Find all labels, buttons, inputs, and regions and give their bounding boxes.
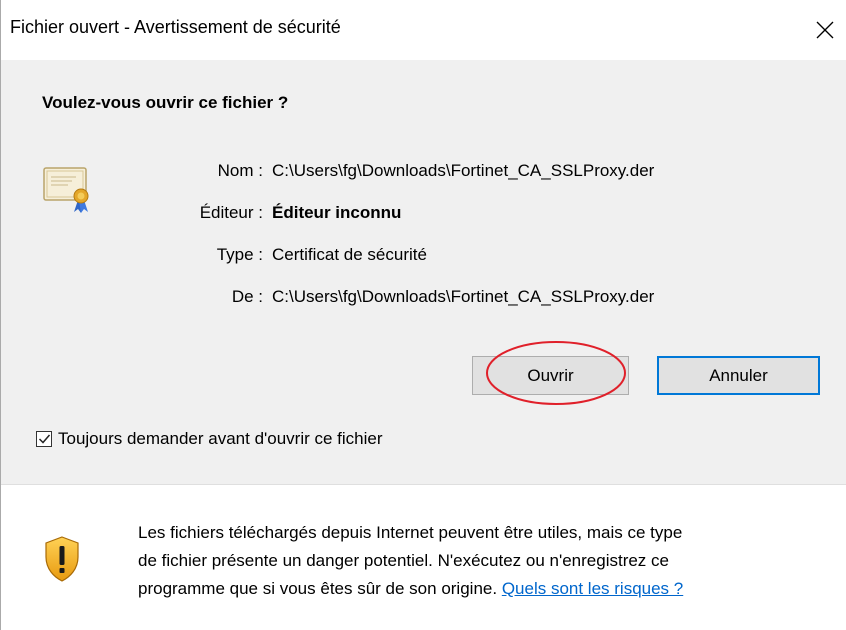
- publisher-value: Éditeur inconnu: [272, 203, 402, 222]
- title-bar[interactable]: Fichier ouvert - Avertissement de sécuri…: [1, 0, 846, 60]
- always-ask-checkbox-row[interactable]: Toujours demander avant d'ouvrir ce fich…: [36, 429, 383, 449]
- risks-link[interactable]: Quels sont les risques ?: [502, 579, 683, 598]
- always-ask-checkbox[interactable]: [36, 431, 52, 447]
- warning-message: Les fichiers téléchargés depuis Internet…: [138, 519, 838, 603]
- security-warning-dialog: Fichier ouvert - Avertissement de sécuri…: [0, 0, 846, 630]
- cancel-button[interactable]: Annuler: [657, 356, 820, 395]
- open-button[interactable]: Ouvrir: [472, 356, 629, 395]
- checkmark-icon: [38, 434, 50, 444]
- publisher-label: Éditeur :: [199, 203, 263, 222]
- close-button[interactable]: [803, 10, 846, 50]
- from-value: C:\Users\fg\Downloads\Fortinet_CA_SSLPro…: [272, 287, 655, 306]
- warning-line-1: Les fichiers téléchargés depuis Internet…: [138, 523, 683, 542]
- dialog-question: Voulez-vous ouvrir ce fichier ?: [42, 93, 289, 112]
- always-ask-label: Toujours demander avant d'ouvrir ce fich…: [58, 429, 383, 448]
- warning-line-3-text: programme que si vous êtes sûr de son or…: [138, 579, 502, 598]
- name-label: Nom :: [217, 161, 263, 180]
- close-icon: [816, 21, 834, 39]
- certificate-icon: [40, 162, 96, 218]
- shield-warning-icon: [43, 535, 81, 583]
- type-value: Certificat de sécurité: [272, 245, 427, 264]
- warning-line-3: programme que si vous êtes sûr de son or…: [138, 575, 838, 603]
- type-label: Type :: [216, 245, 263, 264]
- from-label: De :: [231, 287, 263, 306]
- warning-line-2: de fichier présente un danger potentiel.…: [138, 551, 669, 570]
- dialog-content: [1, 60, 846, 484]
- name-value: C:\Users\fg\Downloads\Fortinet_CA_SSLPro…: [272, 161, 655, 180]
- window-title: Fichier ouvert - Avertissement de sécuri…: [10, 17, 341, 37]
